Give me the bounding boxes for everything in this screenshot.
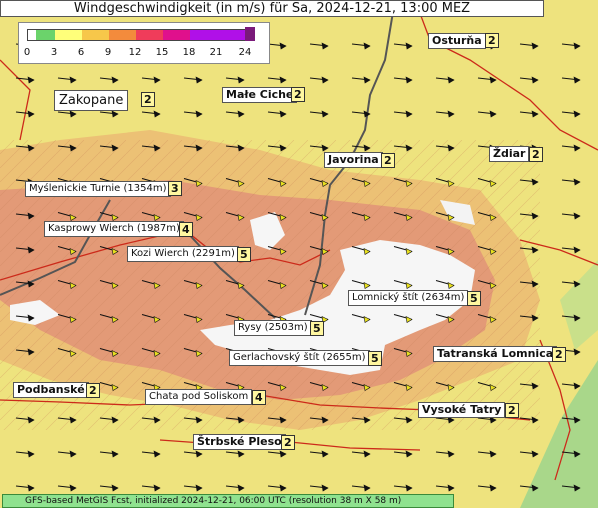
place-label-chata-pod-soliskom: Chata pod Soliskom <box>145 389 253 405</box>
place-label-kasprowy-wierch: Kasprowy Wierch (1987m) <box>44 221 184 237</box>
legend-tick: 3 <box>50 47 58 58</box>
legend-tick: 15 <box>155 47 169 58</box>
wind-value: 2 <box>291 87 305 102</box>
place-label-rysy: Rysy (2503m) <box>234 320 312 336</box>
wind-value: 5 <box>310 321 324 336</box>
legend-swatch <box>136 30 163 40</box>
wind-value: 4 <box>179 222 193 237</box>
wind-value: 2 <box>281 435 295 450</box>
legend-color-scale <box>27 29 247 41</box>
legend-tick: 9 <box>104 47 112 58</box>
place-label-osturna: Osturňa <box>428 33 486 49</box>
legend-tick: 6 <box>77 47 85 58</box>
legend-swatch <box>36 30 55 40</box>
place-label-javorina: Javorina <box>324 152 383 168</box>
model-info-footer: GFS-based MetGIS Fcst, initialized 2024-… <box>2 494 454 508</box>
wind-speed-legend: 0 3 6 9 12 15 18 21 24 <box>18 22 270 64</box>
legend-tick: 24 <box>238 47 252 58</box>
wind-value: 2 <box>381 153 395 168</box>
legend-swatch <box>163 30 190 40</box>
place-label-myslenickie-turnie: Myślenickie Turnie (1354m) <box>25 181 171 197</box>
legend-swatch <box>190 30 217 40</box>
place-label-male-ciche: Małe Ciche <box>222 87 298 103</box>
place-label-lomnicky-stit: Lomnický štít (2634m) <box>348 290 469 306</box>
place-label-podbanske: Podbanské <box>13 382 89 398</box>
place-label-strbske-pleso: Štrbské Pleso <box>193 434 286 450</box>
wind-value: 3 <box>168 181 182 196</box>
map-title: Windgeschwindigkeit (in m/s) für Sa, 202… <box>0 0 544 17</box>
place-label-tatranska-lomnica: Tatranská Lomnica <box>433 346 558 362</box>
legend-tick: 12 <box>128 47 142 58</box>
legend-swatch <box>55 30 82 40</box>
wind-map <box>0 0 598 508</box>
place-label-kozi-wierch: Kozi Wierch (2291m) <box>127 246 239 262</box>
legend-tick: 0 <box>23 47 31 58</box>
place-label-zdiar: Ždiar <box>489 146 530 162</box>
legend-tick: 18 <box>182 47 196 58</box>
legend-swatch <box>109 30 136 40</box>
wind-value: 2 <box>505 403 519 418</box>
wind-value: 2 <box>86 383 100 398</box>
wind-value: 2 <box>529 147 543 162</box>
wind-value: 4 <box>252 390 266 405</box>
legend-swatch <box>28 30 36 40</box>
wind-value: 2 <box>141 92 155 107</box>
wind-value: 5 <box>467 291 481 306</box>
wind-value: 2 <box>552 347 566 362</box>
legend-swatch <box>82 30 109 40</box>
wind-value: 5 <box>368 351 382 366</box>
legend-swatch <box>217 30 246 40</box>
place-label-gerlachovsky-stit: Gerlachovský štít (2655m) <box>229 350 370 366</box>
wind-value: 2 <box>485 33 499 48</box>
place-label-vysoke-tatry: Vysoké Tatry <box>418 402 506 418</box>
legend-max-swatch <box>245 27 255 41</box>
legend-tick: 21 <box>209 47 223 58</box>
wind-value: 5 <box>237 247 251 262</box>
place-label-zakopane: Zakopane <box>54 90 129 111</box>
